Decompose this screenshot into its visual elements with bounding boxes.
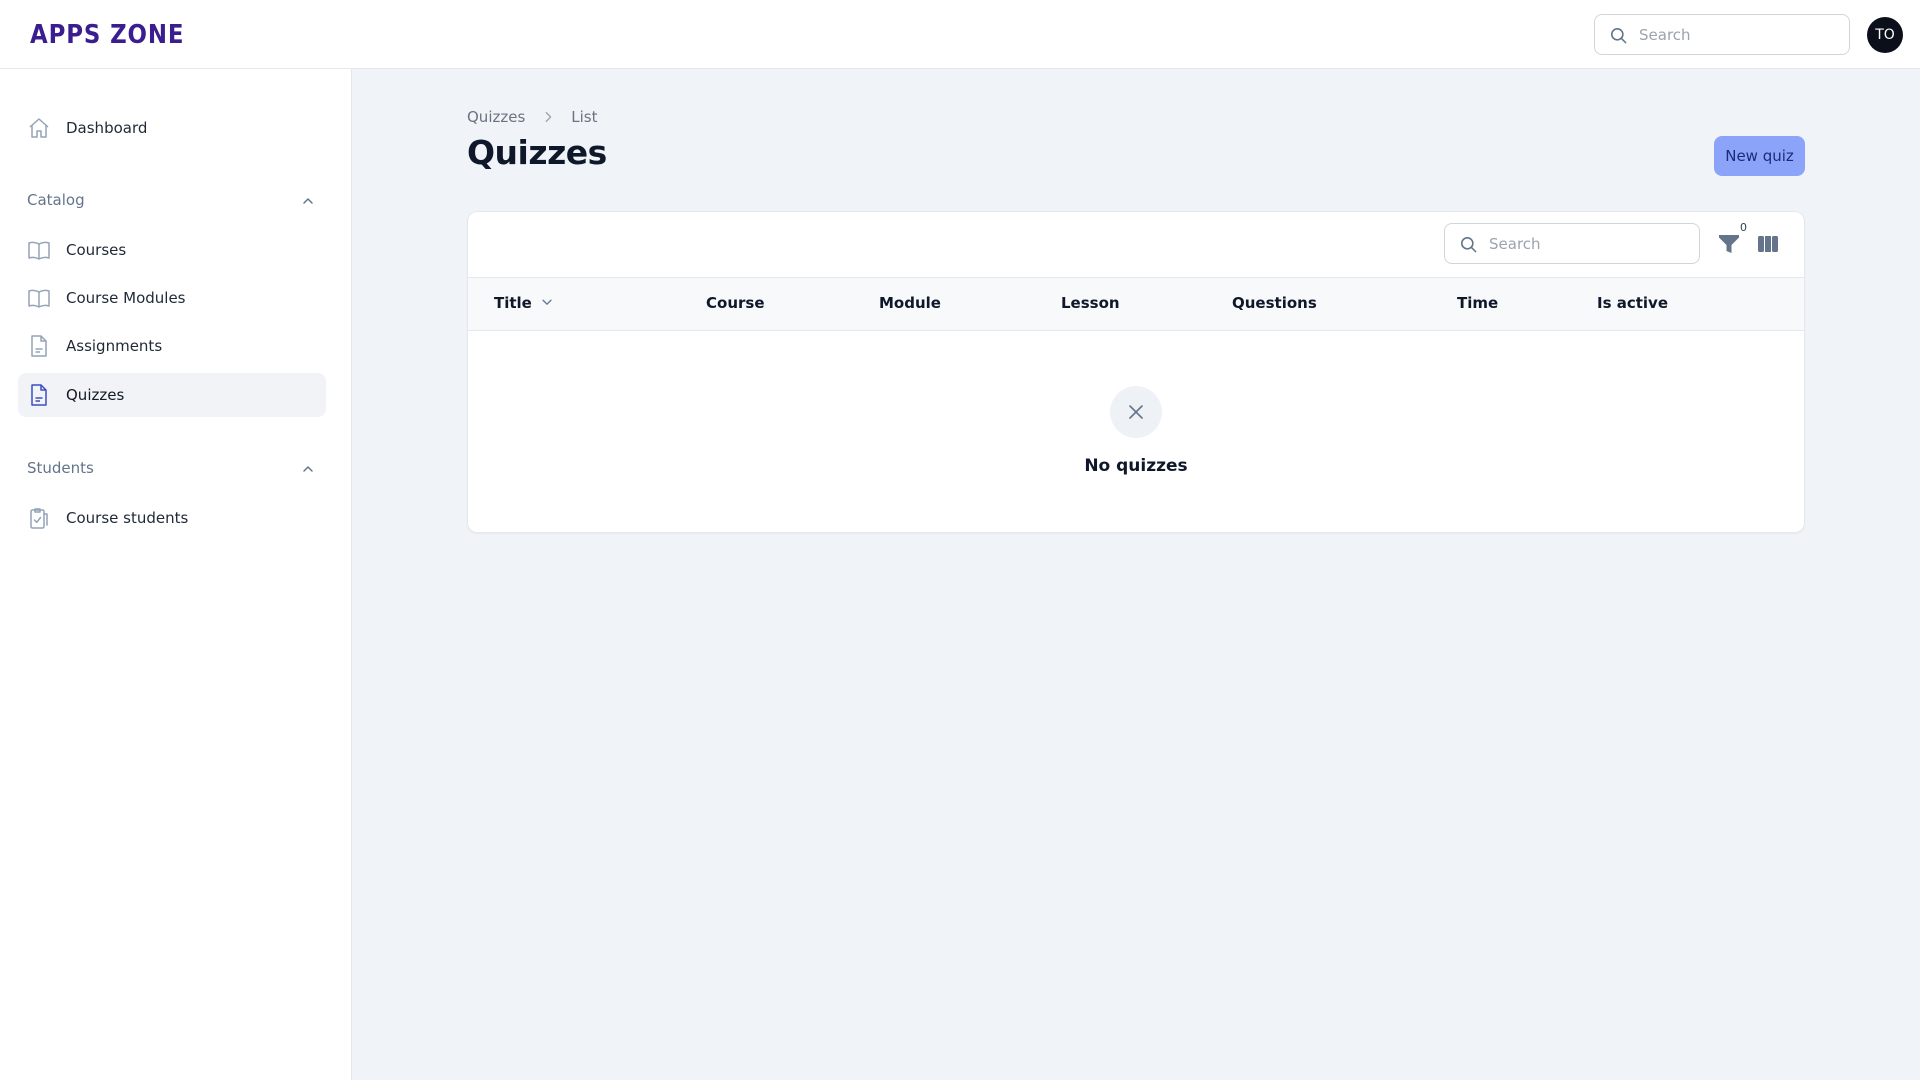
sidebar-group-label: Students — [27, 459, 94, 477]
chevron-up-icon — [303, 466, 313, 472]
sidebar-item-label: Course students — [66, 509, 189, 527]
column-header-course: Course — [706, 294, 765, 312]
chevron-down-icon — [542, 299, 552, 305]
app-logo[interactable]: APPS ZONE — [30, 20, 184, 50]
new-quiz-button[interactable]: New quiz — [1714, 136, 1805, 176]
document-icon — [31, 335, 47, 357]
sidebar-item-course-students[interactable]: Course students — [18, 496, 326, 540]
sidebar-item-courses[interactable]: Courses — [18, 228, 326, 272]
sidebar-item-dashboard[interactable]: Dashboard — [18, 106, 326, 150]
empty-state-text: No quizzes — [1084, 456, 1188, 476]
breadcrumb-item-quizzes[interactable]: Quizzes — [467, 108, 525, 126]
book-icon — [28, 241, 50, 260]
search-icon — [1460, 236, 1477, 253]
table-header: Title Course Module Lesson Questions Tim… — [468, 277, 1804, 331]
quizzes-table-card: 0 Title Course Module Lesson Questions T… — [467, 211, 1805, 533]
global-search-input[interactable] — [1639, 23, 1839, 47]
sidebar-item-label: Course Modules — [66, 289, 186, 307]
chevron-up-icon — [303, 198, 313, 204]
top-bar: APPS ZONE TO — [0, 0, 1920, 69]
clipboard-check-icon — [30, 508, 48, 529]
table-toolbar: 0 — [468, 212, 1804, 277]
sidebar-item-label: Dashboard — [66, 119, 148, 137]
column-header-module: Module — [879, 294, 941, 312]
sidebar-item-label: Assignments — [66, 337, 163, 355]
column-header-title[interactable]: Title — [494, 294, 554, 312]
filter-count-badge: 0 — [1740, 221, 1747, 234]
sidebar-group-students[interactable]: Students — [18, 454, 326, 484]
sidebar-item-assignments[interactable]: Assignments — [18, 324, 326, 368]
filter-icon[interactable] — [1717, 232, 1741, 256]
sidebar-item-label: Courses — [66, 241, 127, 259]
page-title: Quizzes — [467, 133, 607, 172]
sidebar-item-label: Quizzes — [66, 386, 125, 404]
search-icon — [1610, 27, 1627, 44]
sidebar-item-course-modules[interactable]: Course Modules — [18, 276, 326, 320]
sidebar-group-catalog[interactable]: Catalog — [18, 186, 326, 216]
columns-icon[interactable] — [1756, 232, 1780, 256]
column-header-label: Title — [494, 294, 532, 312]
column-header-is-active: Is active — [1597, 294, 1669, 312]
home-icon — [29, 118, 49, 138]
sidebar: Dashboard Catalog Courses Course Modules… — [0, 69, 352, 1080]
column-header-lesson: Lesson — [1061, 294, 1120, 312]
table-search-input[interactable] — [1489, 232, 1689, 256]
sidebar-group-label: Catalog — [27, 191, 85, 209]
chevron-right-icon — [545, 111, 552, 123]
sidebar-item-quizzes[interactable]: Quizzes — [18, 373, 326, 417]
breadcrumb: Quizzes List — [467, 106, 598, 128]
table-search[interactable] — [1444, 223, 1700, 264]
breadcrumb-item-list: List — [571, 108, 598, 126]
empty-state-icon-wrapper — [1110, 386, 1162, 438]
document-icon — [31, 384, 47, 406]
close-icon — [1129, 405, 1143, 419]
global-search[interactable] — [1594, 14, 1850, 55]
column-header-time: Time — [1457, 294, 1499, 312]
book-icon — [28, 289, 50, 308]
column-header-questions: Questions — [1232, 294, 1317, 312]
user-avatar[interactable]: TO — [1867, 17, 1903, 53]
